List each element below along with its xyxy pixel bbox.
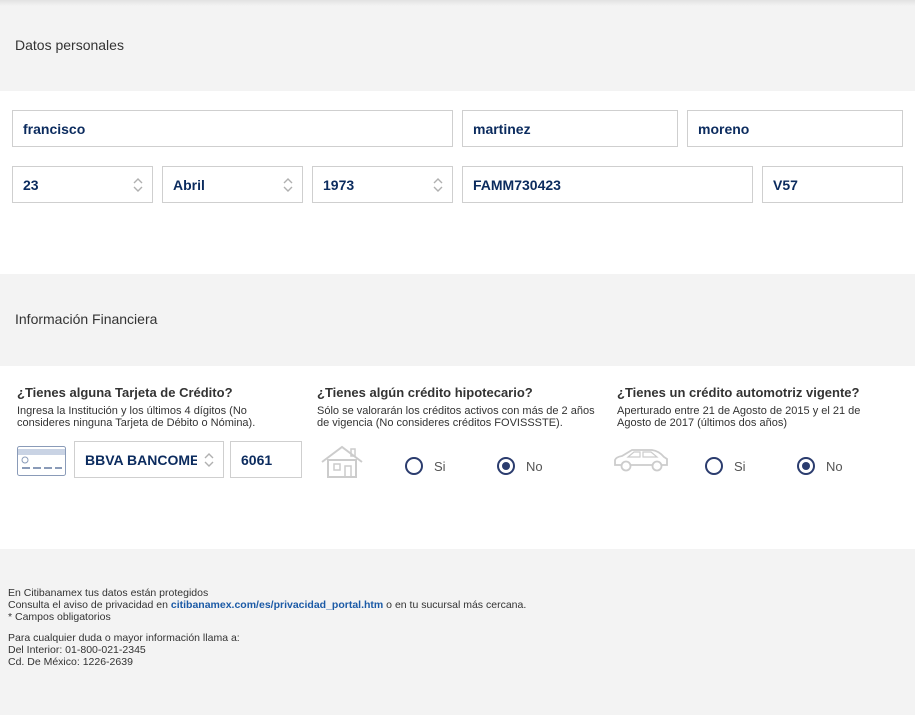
mortgage-yes-label: Si	[434, 459, 446, 474]
updown-arrows-icon	[204, 453, 214, 467]
apellido-materno-field[interactable]: moreno	[687, 110, 903, 147]
rfc-field[interactable]: FAMM730423	[462, 166, 753, 203]
credit-card-help-1: Ingresa la Institución y los últimos 4 d…	[17, 405, 247, 417]
footer-privacy-text: Consulta el aviso de privacidad en citib…	[8, 599, 526, 611]
credit-card-question: ¿Tienes alguna Tarjeta de Crédito?	[17, 385, 233, 400]
auto-help-2: Agosto de 2017 (últimos dos años)	[617, 417, 787, 429]
footer: En Citibanamex tus datos están protegido…	[0, 549, 915, 715]
card-last4-field[interactable]: 6061	[230, 441, 302, 478]
section-title-financial: Información Financiera	[15, 311, 158, 327]
auto-question: ¿Tienes un crédito automotriz vigente?	[617, 385, 860, 400]
footer-phone-interior: Del Interior: 01-800-021-2345	[8, 644, 146, 656]
mortgage-help-1: Sólo se valorarán los créditos activos c…	[317, 405, 595, 417]
footer-privacy-post: o en tu sucursal más cercana.	[383, 599, 527, 611]
auto-yes-label: Si	[734, 459, 746, 474]
apellido-paterno-value: martinez	[473, 121, 531, 137]
mortgage-question: ¿Tienes algún crédito hipotecario?	[317, 385, 533, 400]
updown-arrows-icon	[433, 178, 443, 192]
credit-card-icon	[17, 446, 66, 476]
dia-select[interactable]: 23	[12, 166, 153, 203]
privacy-link[interactable]: citibanamex.com/es/privacidad_portal.htm	[171, 599, 383, 611]
updown-arrows-icon	[283, 178, 293, 192]
mes-select[interactable]: Abril	[162, 166, 303, 203]
mes-value: Abril	[173, 177, 205, 193]
homoclave-value: V57	[773, 177, 798, 193]
dia-value: 23	[23, 177, 39, 193]
mortgage-no-radio[interactable]	[497, 457, 515, 475]
auto-yes-radio[interactable]	[705, 457, 723, 475]
auto-no-radio[interactable]	[797, 457, 815, 475]
apellido-paterno-field[interactable]: martinez	[462, 110, 678, 147]
mortgage-help-2: de vigencia (No consideres créditos FOVI…	[317, 417, 563, 429]
section-title-personal: Datos personales	[15, 37, 124, 53]
nombre-value: francisco	[23, 121, 86, 137]
nombre-field[interactable]: francisco	[12, 110, 453, 147]
anio-value: 1973	[323, 177, 355, 193]
financial-section-header: Información Financiera	[0, 274, 915, 366]
car-icon	[614, 449, 668, 472]
footer-privacy-pre: Consulta el aviso de privacidad en	[8, 599, 171, 611]
personal-section-header: Datos personales	[0, 6, 915, 91]
card-institution-select[interactable]: BBVA BANCOMER	[74, 441, 224, 478]
updown-arrows-icon	[133, 178, 143, 192]
mortgage-yes-radio[interactable]	[405, 457, 423, 475]
auto-no-label: No	[826, 459, 843, 474]
mortgage-no-label: No	[526, 459, 543, 474]
card-institution-value: BBVA BANCOMER	[85, 452, 197, 468]
card-last4-value: 6061	[241, 452, 273, 468]
auto-help-1: Aperturado entre 21 de Agosto de 2015 y …	[617, 405, 861, 417]
house-icon	[321, 445, 363, 478]
footer-protected-text: En Citibanamex tus datos están protegido…	[8, 587, 209, 599]
footer-required-note: * Campos obligatorios	[8, 611, 111, 623]
footer-phone-cdmx: Cd. De México: 1226-2639	[8, 656, 133, 668]
rfc-value: FAMM730423	[473, 177, 561, 193]
credit-card-help-2: consideres ninguna Tarjeta de Débito o N…	[17, 417, 256, 429]
anio-select[interactable]: 1973	[312, 166, 453, 203]
apellido-materno-value: moreno	[698, 121, 750, 137]
footer-help-text: Para cualquier duda o mayor información …	[8, 632, 240, 644]
homoclave-field[interactable]: V57	[762, 166, 903, 203]
